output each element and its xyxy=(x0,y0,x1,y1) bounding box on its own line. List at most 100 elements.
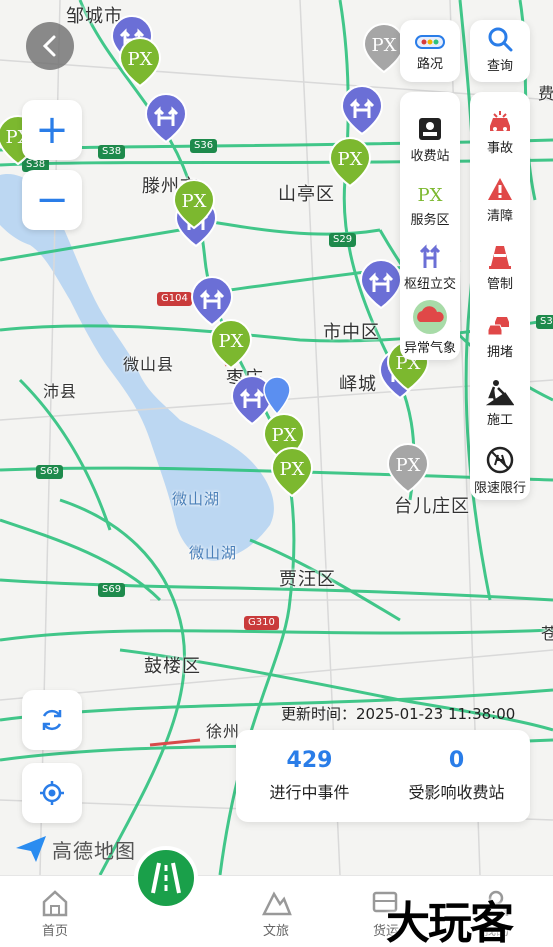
road-shield: S69 xyxy=(98,583,126,597)
watermark: 大玩客 xyxy=(386,898,514,947)
svg-text:PX: PX xyxy=(338,149,363,170)
search-button[interactable]: 查询 xyxy=(470,20,530,82)
locate-icon xyxy=(40,781,64,805)
svg-text:PX: PX xyxy=(128,49,153,70)
accident-icon xyxy=(490,111,510,131)
svg-text:PX: PX xyxy=(396,455,421,476)
service-area-closed-marker[interactable]: PX xyxy=(386,442,430,494)
event-control[interactable]: 管制 xyxy=(470,238,530,292)
service-area-marker[interactable]: PX xyxy=(209,318,253,370)
interchange-marker[interactable] xyxy=(340,84,384,136)
road-shield: G104 xyxy=(157,292,192,306)
event-label: 限速限行 xyxy=(473,481,526,496)
events-summary[interactable]: 429 进行中事件 xyxy=(236,730,383,822)
service-area-marker[interactable]: PX xyxy=(172,178,216,230)
tab-tourism[interactable]: 文旅 xyxy=(236,886,316,939)
event-speed-limit[interactable]: 限速限行 xyxy=(470,442,530,496)
place-label: 峄城 xyxy=(339,374,377,395)
summary-panel: 429 进行中事件 0 受影响收费站 xyxy=(236,730,530,822)
layer-panel: 收费站 PX 服务区 枢纽立交 异常气象 xyxy=(400,92,460,360)
place-label: 贾汪区 xyxy=(279,569,336,590)
svg-text:PX: PX xyxy=(219,331,244,352)
layer-label: 枢纽立交 xyxy=(403,277,456,292)
event-panel: 事故 清障 管制 拥堵 施工 限速限行 xyxy=(470,92,530,500)
home-icon xyxy=(42,890,68,917)
event-congestion[interactable]: 拥堵 xyxy=(470,306,530,360)
svg-text:PX: PX xyxy=(182,191,207,212)
search-icon xyxy=(488,27,513,52)
clearance-icon xyxy=(488,178,512,200)
toll-label: 受影响收费站 xyxy=(408,783,505,802)
amap-logo: 高德地图 xyxy=(14,834,136,864)
svg-text:PX: PX xyxy=(372,35,397,56)
tab-label: 文旅 xyxy=(262,924,289,939)
service-area-marker[interactable]: PX xyxy=(270,446,314,498)
zoom-out-button[interactable]: − xyxy=(22,170,82,230)
road-shield: S3 xyxy=(536,315,553,329)
toll-count: 0 xyxy=(448,748,465,773)
events-label: 进行中事件 xyxy=(269,783,350,802)
place-label: 徐州 xyxy=(206,722,241,741)
svg-text:PX: PX xyxy=(272,425,297,446)
place-label: 台儿庄区 xyxy=(394,496,470,517)
highway-road-icon xyxy=(151,862,181,894)
place-label: 山亭区 xyxy=(278,184,335,205)
congestion-icon xyxy=(487,317,509,336)
service-area-icon: PX xyxy=(418,185,443,206)
road-shield: S38 xyxy=(98,145,126,159)
svg-text:PX: PX xyxy=(280,459,305,480)
locate-button[interactable] xyxy=(22,763,82,823)
tourism-icon xyxy=(261,891,292,916)
service-area-marker[interactable]: PX xyxy=(328,136,372,188)
layer-service-area[interactable]: PX 服务区 xyxy=(400,174,460,228)
traffic-icon xyxy=(415,35,445,49)
interchange-icon xyxy=(419,244,441,268)
road-shield: S29 xyxy=(329,233,357,247)
event-construction[interactable]: 施工 xyxy=(470,374,530,428)
service-area-marker[interactable]: PX xyxy=(118,36,162,88)
place-label: 鼓楼区 xyxy=(144,656,201,677)
interchange-marker[interactable] xyxy=(359,258,403,310)
event-accident[interactable]: 事故 xyxy=(470,102,530,156)
place-label: 苍 xyxy=(541,624,553,643)
interchange-marker[interactable] xyxy=(144,92,188,144)
event-label: 施工 xyxy=(486,413,513,428)
construction-icon xyxy=(486,380,514,406)
back-button[interactable] xyxy=(26,22,74,70)
place-label: 微山县 xyxy=(123,355,175,374)
place-label: 市中区 xyxy=(323,322,380,343)
event-clearance[interactable]: 清障 xyxy=(470,170,530,224)
control-cone-icon xyxy=(489,246,511,269)
event-label: 管制 xyxy=(486,277,513,292)
layer-weather[interactable]: 异常气象 xyxy=(400,300,460,356)
place-label: 微山湖 xyxy=(172,490,221,508)
tab-home[interactable]: 首页 xyxy=(15,886,95,939)
event-label: 清障 xyxy=(486,209,513,224)
chevron-left-icon xyxy=(42,35,56,57)
update-time: 更新时间：2025-01-23 11:38:00 xyxy=(281,705,516,723)
road-shield: S36 xyxy=(190,139,218,153)
event-label: 拥堵 xyxy=(486,345,513,360)
layer-label: 服务区 xyxy=(410,213,450,228)
location-pin-icon xyxy=(262,376,292,416)
layer-toll-station[interactable]: 收费站 xyxy=(400,110,460,164)
weather-icon xyxy=(413,300,447,334)
toll-station-icon xyxy=(419,118,441,140)
svg-text:PX: PX xyxy=(418,185,443,206)
tab-label: 首页 xyxy=(41,924,68,939)
layer-interchange[interactable]: 枢纽立交 xyxy=(400,238,460,292)
zoom-in-button[interactable]: + xyxy=(22,100,82,160)
traffic-button[interactable]: 路况 xyxy=(400,20,460,82)
amap-logo-icon xyxy=(16,836,46,862)
logo-text: 高德地图 xyxy=(52,838,136,863)
refresh-button[interactable] xyxy=(22,690,82,750)
layer-label: 收费站 xyxy=(410,149,450,164)
search-label: 查询 xyxy=(486,59,513,74)
layer-label: 异常气象 xyxy=(403,341,456,356)
highway-center-button[interactable] xyxy=(134,846,198,910)
event-label: 事故 xyxy=(486,141,513,156)
refresh-icon xyxy=(42,709,62,731)
road-shield: S69 xyxy=(36,465,64,479)
events-count: 429 xyxy=(286,748,333,773)
toll-summary[interactable]: 0 受影响收费站 xyxy=(383,730,530,822)
